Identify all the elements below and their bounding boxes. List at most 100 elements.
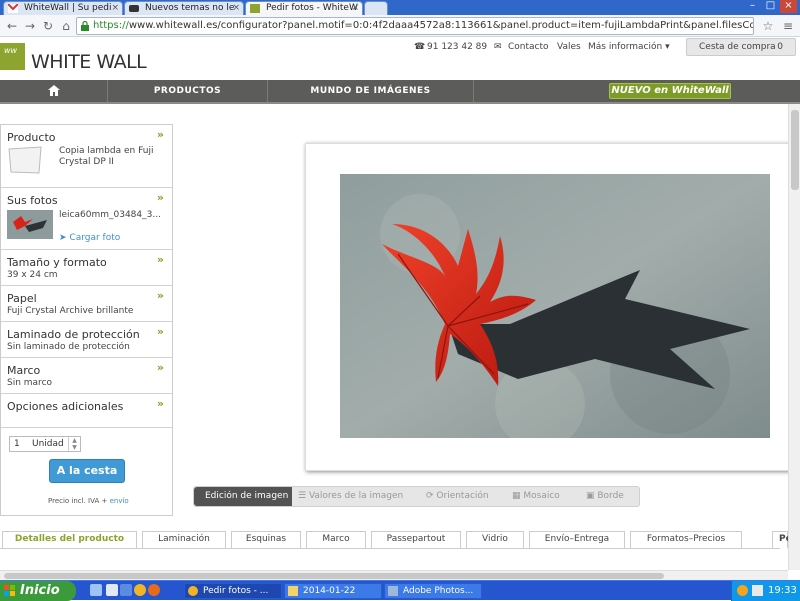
section-tamano[interactable]: Tamaño y formato » 39 x 24 cm <box>1 250 172 286</box>
section-title: Papel <box>7 292 37 305</box>
rotate-icon: ⟳ <box>426 491 437 501</box>
firefox-quicklaunch-icon[interactable] <box>148 584 160 596</box>
browser-tab-label: Nuevos temas no le <box>145 3 235 13</box>
chevron-right-icon[interactable]: » <box>157 253 164 266</box>
close-window-icon[interactable]: × <box>780 0 797 13</box>
menu-icon[interactable]: ≡ <box>780 18 796 34</box>
back-icon[interactable]: ← <box>4 18 20 34</box>
nav-nuevo-badge[interactable]: NUEVO en WhiteWall <box>609 83 731 99</box>
close-tab-icon[interactable]: × <box>111 2 119 15</box>
shipping-link[interactable]: envío <box>110 497 129 505</box>
bookmark-star-icon[interactable]: ☆ <box>760 18 776 34</box>
tab-marco[interactable]: Marco <box>306 531 366 548</box>
chevron-right-icon[interactable]: » <box>157 128 164 141</box>
section-papel[interactable]: Papel » Fuji Crystal Archive brillante <box>1 286 172 322</box>
browser-tab-label: Pedir fotos - WhiteW <box>266 3 358 13</box>
tool-orientacion[interactable]: ⟳ Orientación <box>426 487 504 506</box>
quantity-stepper[interactable]: 1 Unidad ▲ ▼ <box>9 436 81 452</box>
nav-productos[interactable]: PRODUCTOS <box>108 80 268 102</box>
forward-icon[interactable]: → <box>22 18 38 34</box>
section-sus-fotos[interactable]: Sus fotos » leica60mm_03484_3... ➤ Carga… <box>1 188 172 250</box>
start-button[interactable]: Inicio <box>0 581 76 601</box>
browser-tab-whitewall-order[interactable]: WhiteWall | Su pedi × <box>3 1 123 15</box>
site-brand[interactable]: WHITE WALL <box>31 51 147 73</box>
taskbar-item-folder[interactable]: 2014-01-22 <box>284 583 382 599</box>
section-title: Opciones adicionales <box>7 400 124 413</box>
desktop-quicklaunch-icon[interactable] <box>90 584 102 596</box>
tab-esquinas[interactable]: Esquinas <box>231 531 301 548</box>
photo-thumbnail <box>7 210 53 239</box>
close-tab-icon[interactable]: × <box>351 2 359 15</box>
chevron-right-icon[interactable]: » <box>157 361 164 374</box>
tool-edicion-imagen[interactable]: Edición de imagen <box>194 487 292 506</box>
chevron-right-icon[interactable]: » <box>157 325 164 338</box>
tab-passepartout[interactable]: Passepartout <box>371 531 461 548</box>
product-thumbnail <box>8 146 42 174</box>
address-bar[interactable]: https://www.whitewall.es/configurator?pa… <box>76 17 754 35</box>
new-tab-button[interactable] <box>364 1 388 15</box>
vertical-scrollbar[interactable] <box>788 104 800 570</box>
section-title: Producto <box>7 131 56 144</box>
tab-envio-entrega[interactable]: Envío–Entrega <box>529 531 625 548</box>
more-info-label: Más información <box>588 42 663 52</box>
tab-formatos-precios[interactable]: Formatos–Precios <box>630 531 742 548</box>
phone-icon: ☎ <box>414 42 426 52</box>
taskbar-item-photoshop[interactable]: Adobe Photos... <box>384 583 482 599</box>
tool-valores-imagen[interactable]: ☰ Valores de la imagen <box>298 487 414 506</box>
ie-quicklaunch-icon[interactable] <box>106 584 118 596</box>
tray-network-icon[interactable] <box>752 585 763 596</box>
reload-icon[interactable]: ↻ <box>40 18 56 34</box>
product-name: Copia lambda en Fuji Crystal DP II <box>59 146 154 167</box>
more-info-link[interactable]: Más información ▾ <box>588 42 670 52</box>
section-marco[interactable]: Marco » Sin marco <box>1 358 172 394</box>
tool-borde[interactable]: ▣ Borde <box>586 487 636 506</box>
quantity-unit: Unidad <box>32 439 64 449</box>
tab-laminacion[interactable]: Laminación <box>142 531 226 548</box>
horizontal-scrollbar[interactable] <box>0 570 788 580</box>
frame-value: Sin marco <box>7 378 53 388</box>
contact-link[interactable]: Contacto <box>508 42 549 52</box>
tab-detalles-producto[interactable]: Detalles del producto <box>2 531 137 548</box>
border-icon: ▣ <box>586 491 598 501</box>
maximize-icon[interactable]: □ <box>762 0 779 13</box>
windows-taskbar: Inicio Pedir fotos - ... 2014-01-22 Adob… <box>0 580 800 601</box>
cart-label: Cesta de compra <box>699 42 776 52</box>
mail-icon: ✉ <box>494 42 502 52</box>
quantity-value: 1 <box>14 439 20 449</box>
add-to-cart-button[interactable]: A la cesta <box>49 459 125 483</box>
taskbar-item-chrome[interactable]: Pedir fotos - ... <box>184 583 282 599</box>
section-opciones[interactable]: Opciones adicionales » <box>1 394 172 428</box>
media-quicklaunch-icon[interactable] <box>120 584 132 596</box>
home-icon[interactable]: ⌂ <box>58 18 74 34</box>
tab-partial[interactable]: Pe <box>772 531 792 548</box>
tool-mosaico[interactable]: ▦ Mosaico <box>512 487 576 506</box>
chevron-right-icon[interactable]: » <box>157 397 164 410</box>
lamination-value: Sin laminado de protección <box>7 342 130 352</box>
cart-button[interactable]: Cesta de compra 0 <box>686 38 796 56</box>
vales-link[interactable]: Vales <box>557 42 581 52</box>
section-producto[interactable]: Producto » Copia lambda en Fuji Crystal … <box>1 125 172 188</box>
scrollbar-thumb[interactable] <box>791 110 799 190</box>
section-title: Marco <box>7 364 41 377</box>
tab-vidrio[interactable]: Vidrio <box>466 531 524 548</box>
scrollbar-thumb[interactable] <box>4 573 664 579</box>
upload-photo-link[interactable]: ➤ Cargar foto <box>59 233 120 243</box>
tray-app-icon[interactable] <box>737 585 748 596</box>
photo-preview[interactable] <box>340 174 770 438</box>
stepper-arrows-icon[interactable]: ▲ ▼ <box>68 437 80 451</box>
nav-mundo-imagenes[interactable]: MUNDO DE IMÁGENES <box>268 80 474 102</box>
size-value: 39 x 24 cm <box>7 270 58 280</box>
chevron-right-icon[interactable]: » <box>157 289 164 302</box>
minimize-icon[interactable]: – <box>744 0 761 13</box>
section-laminado[interactable]: Laminado de protección » Sin laminado de… <box>1 322 172 358</box>
browser-tab-nuevos-temas[interactable]: Nuevos temas no le × <box>124 1 244 15</box>
whitewall-icon <box>250 4 260 13</box>
browser-tab-pedir-fotos[interactable]: Pedir fotos - WhiteW × <box>245 1 363 15</box>
nav-home[interactable] <box>0 80 108 102</box>
site-logo-mark[interactable]: ww <box>0 43 25 70</box>
tool-label: Mosaico <box>523 491 560 501</box>
close-tab-icon[interactable]: × <box>232 2 240 15</box>
chevron-right-icon[interactable]: » <box>157 191 164 204</box>
configurator-sidebar: Producto » Copia lambda en Fuji Crystal … <box>0 124 173 516</box>
chrome-quicklaunch-icon[interactable] <box>134 584 146 596</box>
